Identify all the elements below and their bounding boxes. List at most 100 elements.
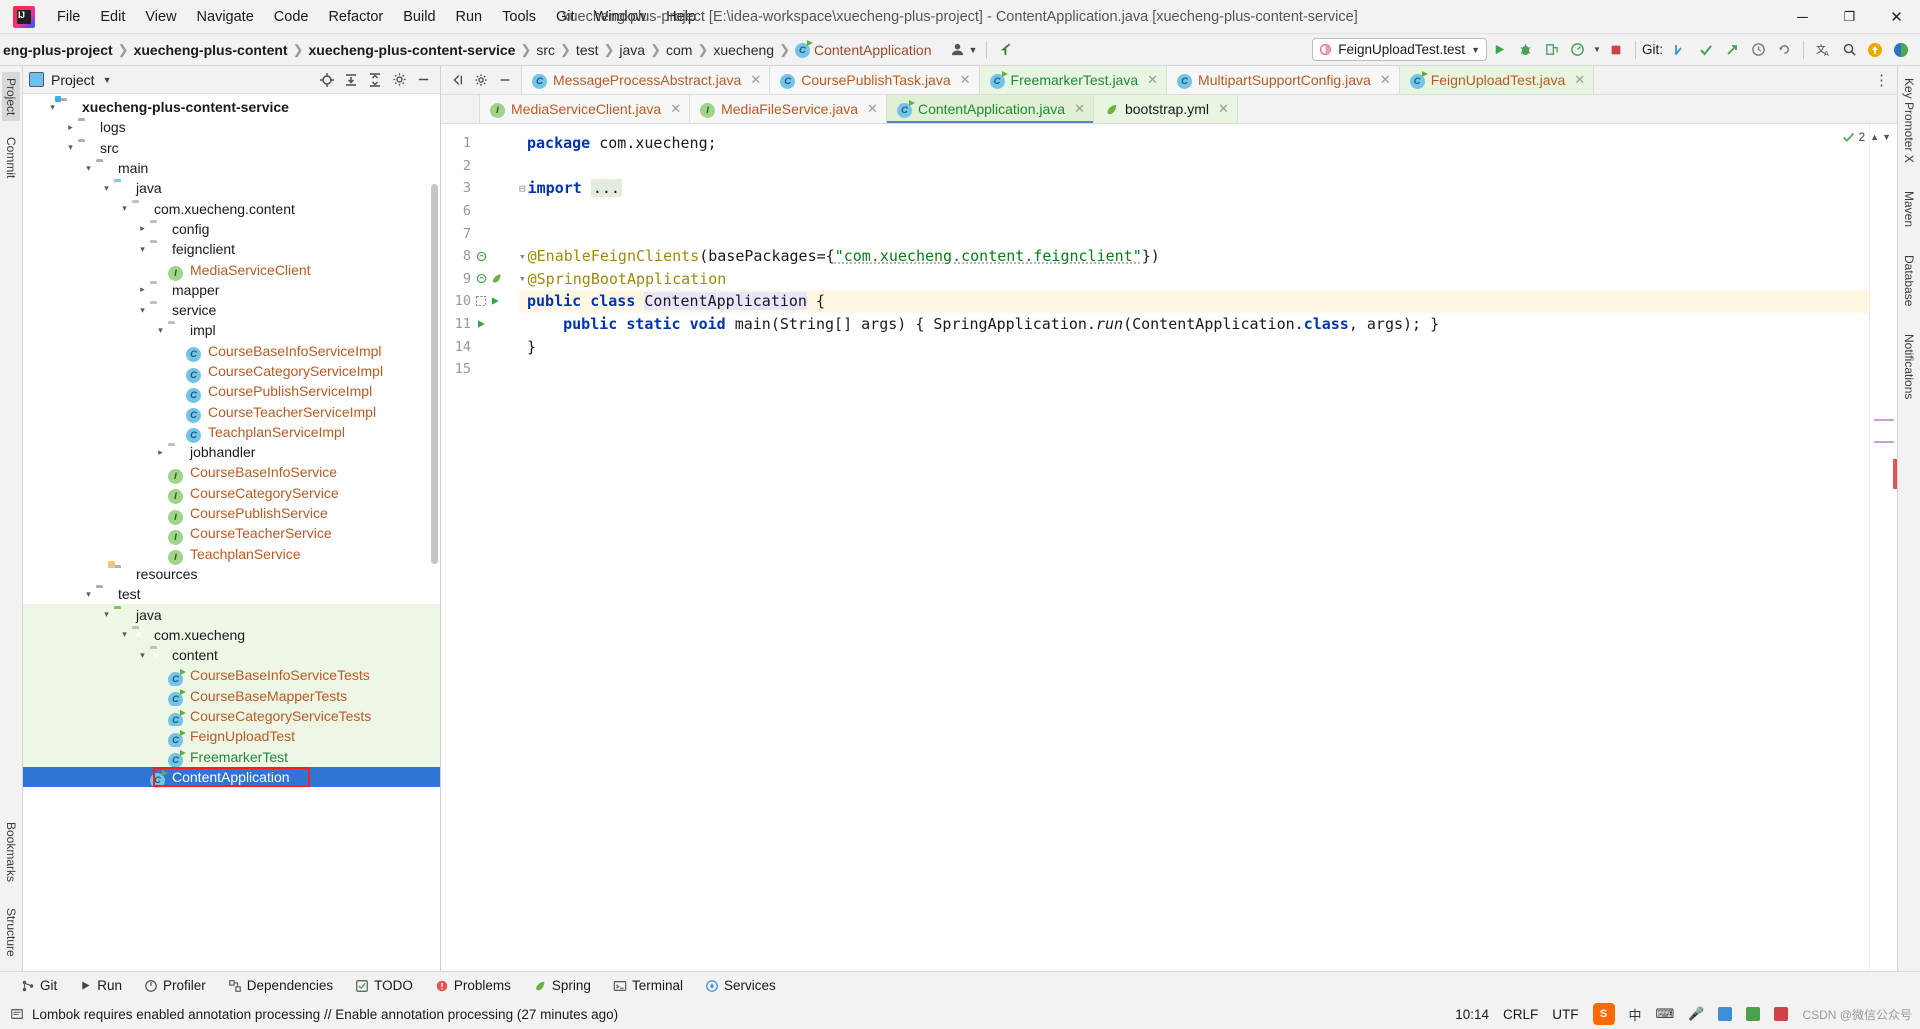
tree-item-content[interactable]: ▾ content — [23, 645, 440, 666]
gutter-icons[interactable] — [471, 250, 513, 263]
tray-icon-1[interactable] — [1718, 1007, 1733, 1021]
chevron-down-icon[interactable]: ▾ — [45, 102, 60, 113]
sogou-icon[interactable]: S — [1592, 1003, 1615, 1025]
collapse-all-icon[interactable] — [446, 69, 468, 91]
tree-item-courseteacherserviceimpl[interactable]: C CourseTeacherServiceImpl — [23, 401, 440, 424]
fold-marker-icon[interactable]: ⊟ — [519, 182, 526, 195]
bottom-tab-spring[interactable]: Spring — [522, 976, 602, 995]
locate-icon[interactable] — [316, 69, 338, 91]
tree-item-teachplanserviceimpl[interactable]: C TeachplanServiceImpl — [23, 422, 440, 444]
chevron-right-icon[interactable]: ▸ — [135, 284, 150, 295]
rollback-icon[interactable] — [1771, 37, 1797, 63]
tree-item-contentapplication[interactable]: C ContentApplication — [23, 766, 440, 789]
gutter-line-14[interactable]: 14 — [441, 335, 519, 358]
notification-icon[interactable] — [10, 1007, 24, 1021]
close-icon[interactable]: ✕ — [1147, 72, 1158, 88]
tree-item-mediaserviceclient[interactable]: I MediaServiceClient — [23, 259, 440, 282]
chevron-right-icon[interactable]: ▸ — [63, 122, 78, 133]
tool-tab-structure[interactable]: Structure — [2, 902, 20, 963]
chevron-down-icon[interactable]: ▾ — [135, 650, 150, 661]
git-update-icon[interactable] — [1667, 37, 1693, 63]
status-line-separator[interactable]: CRLF — [1503, 1007, 1538, 1022]
spring-leaf-icon[interactable] — [490, 272, 503, 285]
tool-tab-maven[interactable]: Maven — [1900, 185, 1918, 233]
close-icon[interactable]: ✕ — [867, 101, 878, 117]
tree-item-teachplanservice[interactable]: I TeachplanService — [23, 544, 440, 566]
tree-item-xuecheng-plus-content-service[interactable]: ▾ xuecheng-plus-content-service — [23, 97, 440, 117]
editor-tab-contentapplication[interactable]: C ContentApplication.java ✕ — [886, 95, 1094, 123]
breadcrumb-item-project[interactable]: eng-plus-project — [0, 40, 116, 60]
bottom-tab-run[interactable]: Run — [68, 976, 133, 995]
tree-item-freemarkertest[interactable]: C FreemarkerTest — [23, 746, 440, 769]
gutter-icons[interactable] — [471, 272, 513, 285]
tree-item-config[interactable]: ▸ config — [23, 219, 440, 239]
editor-tab-mediaserviceclient[interactable]: I MediaServiceClient.java ✕ — [480, 95, 691, 123]
tree-item-coursepublishserviceimpl[interactable]: C CoursePublishServiceImpl — [23, 381, 440, 403]
chevron-down-icon[interactable]: ▾ — [99, 183, 114, 194]
profile-icon[interactable] — [1565, 37, 1591, 63]
bottom-tab-terminal[interactable]: Terminal — [602, 976, 694, 995]
tool-tab-key-promoter[interactable]: Key Promoter X — [1900, 72, 1918, 169]
chevron-down-icon[interactable]: ▾ — [117, 203, 132, 214]
gutter-icons[interactable] — [471, 295, 513, 307]
status-message[interactable]: Lombok requires enabled annotation proce… — [32, 1007, 618, 1022]
bottom-tab-git[interactable]: Git — [10, 976, 68, 995]
tree-item-jobhandler[interactable]: ▸ jobhandler — [23, 442, 440, 462]
gutter-line-11[interactable]: 11 — [441, 313, 519, 336]
editor-right-margin[interactable]: 2 ▲ ▼ — [1843, 124, 1897, 971]
collapse-all-icon[interactable] — [364, 69, 386, 91]
editor-tab-mediafileservice[interactable]: I MediaFileService.java ✕ — [690, 95, 887, 123]
fold-marker-icon[interactable]: ▾ — [519, 250, 526, 263]
close-icon[interactable]: ✕ — [1574, 72, 1585, 88]
bean-icon[interactable] — [475, 250, 488, 263]
project-tree[interactable]: ▾ xuecheng-plus-content-service ▸ logs ▾ src ▾… — [23, 94, 440, 971]
status-encoding[interactable]: UTF — [1552, 1007, 1578, 1022]
tool-tab-notifications[interactable]: Notifications — [1900, 328, 1918, 405]
bean-icon[interactable] — [475, 272, 488, 285]
tree-item-com-xuecheng-content[interactable]: ▾ com.xuecheng.content — [23, 198, 440, 218]
ime-icon[interactable]: 中 — [1629, 1005, 1642, 1024]
gutter-line-1[interactable]: 1 — [441, 132, 519, 155]
bottom-tab-services[interactable]: Services — [694, 976, 787, 995]
menu-code[interactable]: Code — [264, 5, 319, 29]
editor-gutter[interactable]: 1 2 3 6 7 8 9 10 11 14 15 — [441, 124, 519, 971]
menu-navigate[interactable]: Navigate — [187, 5, 264, 29]
chevron-down-icon[interactable]: ▾ — [63, 142, 78, 153]
vcs-user-button[interactable]: ▼ — [947, 40, 981, 59]
tree-item-impl[interactable]: ▾ impl — [23, 320, 440, 340]
gutter-icons[interactable] — [471, 318, 513, 330]
menu-git[interactable]: Git — [546, 5, 585, 29]
chevron-down-icon[interactable]: ▾ — [117, 629, 132, 640]
gear-icon[interactable] — [470, 69, 492, 91]
breadcrumb-item-java[interactable]: java — [616, 40, 648, 60]
code-editor[interactable]: 1 2 3 6 7 8 9 10 11 14 15 package com.xuecheng; ⊟ i… — [441, 124, 1897, 971]
editor-tab-multipartsupportconfig[interactable]: C MultipartSupportConfig.java ✕ — [1167, 66, 1400, 94]
menu-tools[interactable]: Tools — [492, 5, 546, 29]
breadcrumb-item-src[interactable]: src — [533, 40, 558, 60]
coverage-icon[interactable] — [1539, 37, 1565, 63]
menu-refactor[interactable]: Refactor — [318, 5, 393, 29]
back-arrow-icon[interactable] — [993, 37, 1019, 63]
bottom-tab-todo[interactable]: TODO — [344, 976, 424, 995]
chevron-down-icon[interactable]: ▼ — [1591, 37, 1603, 63]
maximize-button[interactable]: ❐ — [1826, 0, 1873, 34]
tree-item-coursebaseinfoservicetests[interactable]: C CourseBaseInfoServiceTests — [23, 665, 440, 687]
run-icon[interactable] — [1487, 37, 1513, 63]
tree-item-coursepublishservice[interactable]: I CoursePublishService — [23, 503, 440, 525]
tool-tab-commit[interactable]: Commit — [2, 131, 20, 184]
updates-available-icon[interactable] — [1862, 37, 1888, 63]
breadcrumb-item-content[interactable]: xuecheng-plus-content — [131, 40, 291, 60]
mic-icon[interactable]: 🎤 — [1688, 1006, 1704, 1022]
gutter-line-2[interactable]: 2 — [441, 155, 519, 178]
gear-icon[interactable] — [388, 69, 410, 91]
breadcrumb-item-com[interactable]: com — [663, 40, 695, 60]
close-icon[interactable]: ✕ — [1218, 101, 1229, 117]
implemented-icon[interactable] — [475, 295, 487, 307]
gutter-line-15[interactable]: 15 — [441, 358, 519, 381]
hide-icon[interactable] — [494, 69, 516, 91]
tree-item-coursecategoryserviceimpl[interactable]: C CourseCategoryServiceImpl — [23, 361, 440, 383]
tree-item-coursebaseinfoserviceimpl[interactable]: C CourseBaseInfoServiceImpl — [23, 341, 440, 363]
menu-file[interactable]: File — [47, 5, 90, 29]
keyboard-icon[interactable]: ⌨ — [1656, 1006, 1675, 1022]
breadcrumb-item-contentapplication[interactable]: C ContentApplication — [792, 40, 935, 60]
